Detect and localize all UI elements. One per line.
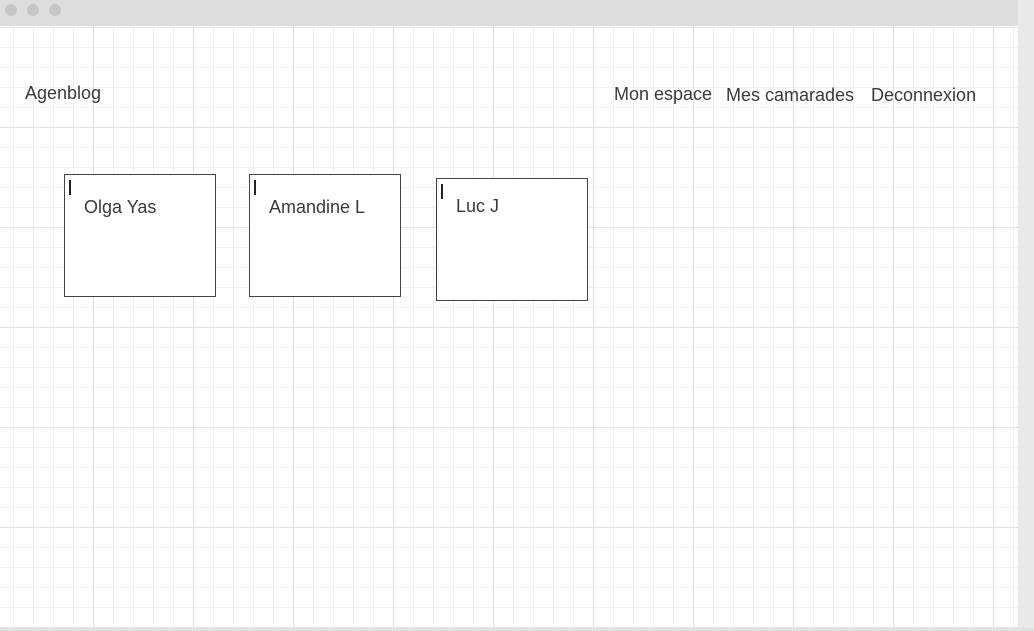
classmate-name: Olga Yas [84, 197, 157, 217]
classmate-card[interactable]: Olga Yas [64, 174, 216, 297]
window-minimize-dot-icon[interactable] [27, 4, 39, 16]
brand-logo-text[interactable]: Agenblog [25, 83, 101, 104]
nav-link-mes-camarades[interactable]: Mes camarades [726, 85, 854, 106]
window-titlebar [0, 0, 1018, 26]
classmate-name: Luc J [456, 196, 500, 216]
wireframe-canvas [0, 26, 1018, 628]
nav-link-deconnexion[interactable]: Deconnexion [871, 85, 976, 106]
browser-window: Agenblog Mon espace Mes camarades Deconn… [0, 0, 1018, 628]
window-close-dot-icon[interactable] [5, 4, 17, 16]
vertical-scrollbar[interactable] [1018, 0, 1034, 631]
classmate-card[interactable]: Luc J [436, 178, 588, 301]
classmate-card[interactable]: Amandine L [249, 174, 401, 297]
text-cursor-icon [441, 184, 443, 199]
nav-link-mon-espace[interactable]: Mon espace [614, 84, 712, 105]
window-maximize-dot-icon[interactable] [49, 4, 61, 16]
classmate-name: Amandine L [269, 197, 366, 217]
text-cursor-icon [254, 180, 256, 195]
text-cursor-icon [69, 180, 71, 195]
